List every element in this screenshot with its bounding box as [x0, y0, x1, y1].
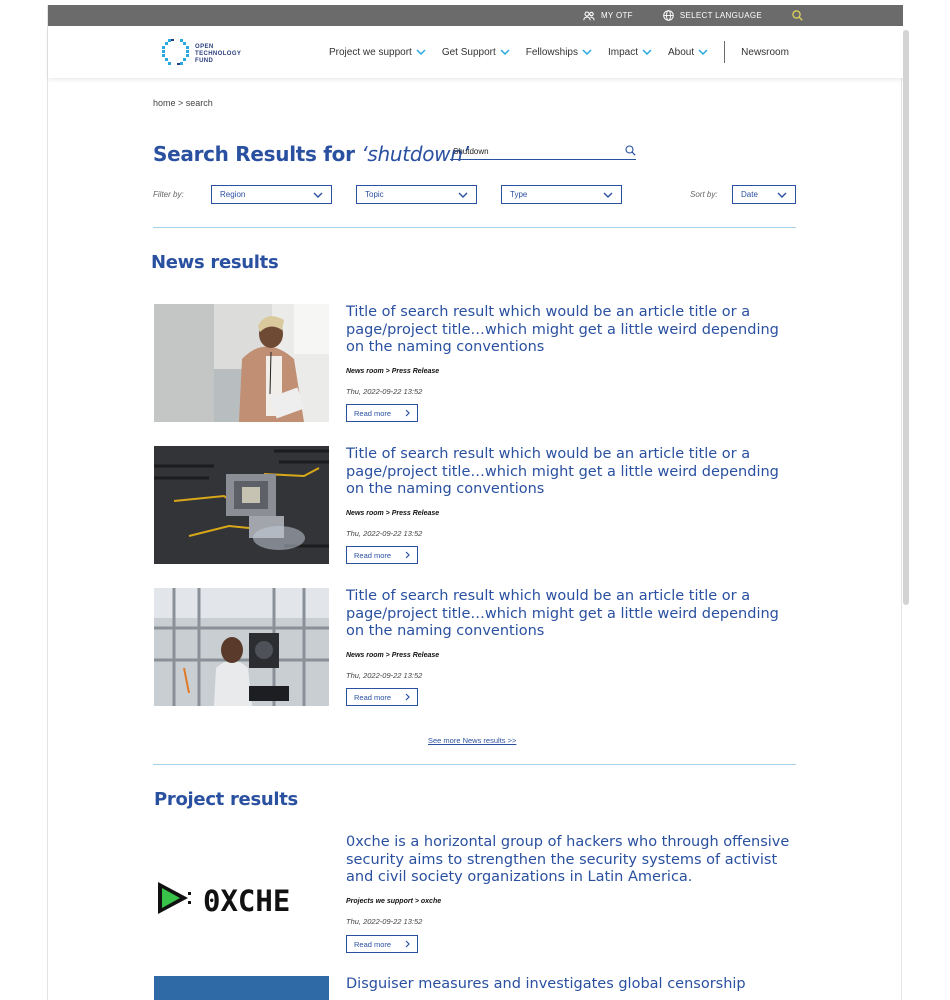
page-scrollbar[interactable]	[903, 30, 909, 605]
news-result-title[interactable]: Title of search result which would be an…	[346, 588, 796, 641]
topic-select[interactable]: Topic	[356, 185, 477, 204]
logo-line-fund: FUND	[195, 58, 214, 64]
type-select[interactable]: Type	[501, 185, 622, 204]
read-more-label: Read more	[354, 550, 392, 560]
news-result-title[interactable]: Title of search result which would be an…	[346, 304, 796, 357]
page-title: Search Results for ‘shutdown’	[153, 142, 469, 166]
read-more-label: Read more	[354, 408, 392, 418]
news-result-item: Title of search result which would be an…	[154, 446, 796, 566]
browser-page: MY OTF SELECT LANGUAGE OPEN TECHNOLOGY F…	[47, 5, 903, 1000]
search-input[interactable]	[453, 147, 603, 156]
my-otf-label: MY OTF	[600, 11, 633, 20]
page-title-prefix: Search Results for	[153, 142, 362, 166]
news-result-item: Title of search result which would be an…	[154, 588, 796, 708]
chevron-down-icon	[458, 192, 468, 198]
chevron-right-icon	[405, 409, 410, 417]
oxche-logo-image[interactable]: 0XCHE	[154, 844, 329, 962]
news-result-item: Title of search result which would be an…	[154, 304, 796, 424]
nav-item-label: Fellowships	[525, 46, 578, 58]
type-select-value: Type	[510, 190, 528, 199]
nav-item-label: Project we support	[329, 46, 412, 58]
globe-icon	[663, 10, 674, 21]
sort-by-label: Sort by:	[690, 190, 718, 199]
chevron-down-icon	[698, 49, 708, 55]
chevron-down-icon	[500, 49, 510, 55]
top-search-button[interactable]	[792, 10, 803, 21]
search-icon	[792, 10, 803, 21]
nav-item-about[interactable]: About	[668, 47, 708, 58]
news-result-crumb: News room > Press Release	[346, 368, 440, 375]
read-more-button[interactable]: Read more	[346, 688, 418, 706]
logo-wordmark: OPEN TECHNOLOGY FUND	[195, 44, 241, 65]
nav-item-label: Get Support	[441, 46, 496, 58]
otf-logo[interactable]: OPEN TECHNOLOGY FUND	[160, 37, 241, 72]
nav-divider	[724, 41, 726, 63]
nav-item-label: Impact	[608, 46, 639, 58]
search-field	[450, 144, 636, 160]
chevron-down-icon	[777, 192, 787, 198]
news-result-date: Thu, 2022-09-22 13:52	[346, 529, 423, 538]
region-select[interactable]: Region	[211, 185, 332, 204]
news-thumbnail-image[interactable]	[154, 446, 329, 564]
news-results-heading: News results	[151, 252, 279, 273]
chevron-down-icon	[603, 192, 613, 198]
nav-item-label: About	[668, 46, 695, 58]
my-otf-link[interactable]: MY OTF	[583, 10, 633, 21]
chevron-down-icon	[582, 49, 592, 55]
chevron-right-icon	[405, 693, 410, 701]
project-result-item: Disguiser measures and investigates glob…	[154, 976, 796, 1000]
section-divider	[153, 764, 796, 765]
logo-mark-icon	[160, 37, 191, 72]
project-result-title[interactable]: 0xche is a horizontal group of hackers w…	[346, 834, 796, 887]
read-more-button[interactable]: Read more	[346, 404, 418, 422]
chevron-right-icon	[405, 551, 410, 559]
project-results-heading: Project results	[154, 789, 298, 810]
chevron-right-icon	[405, 940, 410, 948]
section-divider	[153, 227, 796, 228]
users-icon	[583, 10, 595, 21]
project-result-date: Thu, 2022-09-22 13:52	[346, 917, 423, 926]
utility-bar: MY OTF SELECT LANGUAGE	[48, 5, 903, 26]
project-result-title[interactable]: Disguiser measures and investigates glob…	[346, 976, 796, 994]
chevron-down-icon	[642, 49, 652, 55]
news-result-date: Thu, 2022-09-22 13:52	[346, 387, 423, 396]
news-result-date: Thu, 2022-09-22 13:52	[346, 671, 423, 680]
region-select-value: Region	[220, 190, 246, 199]
oxche-logo-text: 0XCHE	[203, 884, 290, 918]
topic-select-value: Topic	[365, 190, 384, 199]
see-more-news-link[interactable]: See more News results >>	[428, 736, 516, 745]
nav-item-get-support[interactable]: Get Support	[442, 47, 510, 58]
nav-links: Project we support Get Support Fellowshi…	[329, 26, 789, 78]
disguiser-thumbnail-image[interactable]	[154, 976, 329, 1000]
sort-select-value: Date	[741, 190, 758, 199]
logo-line-technology: TECHNOLOGY	[195, 51, 242, 57]
nav-item-impact[interactable]: Impact	[608, 47, 652, 58]
search-submit-icon[interactable]	[625, 143, 636, 161]
news-thumbnail-image[interactable]	[154, 304, 329, 422]
news-result-crumb: News room > Press Release	[346, 510, 440, 517]
project-result-item: 0XCHE 0xche is a horizontal group of hac…	[154, 834, 796, 954]
select-language-label: SELECT LANGUAGE	[679, 11, 762, 20]
news-thumbnail-image[interactable]	[154, 588, 329, 706]
logo-line-open: OPEN	[195, 44, 214, 50]
read-more-label: Read more	[354, 692, 392, 702]
nav-item-newsroom[interactable]: Newsroom	[741, 47, 789, 58]
main-navigation: OPEN TECHNOLOGY FUND Project we support …	[48, 26, 903, 78]
project-result-crumb: Projects we support > oxche	[346, 898, 442, 905]
filter-by-label: Filter by:	[153, 190, 184, 199]
chevron-down-icon	[416, 49, 426, 55]
sort-select[interactable]: Date	[732, 185, 796, 204]
nav-item-fellowships[interactable]: Fellowships	[526, 47, 592, 58]
news-result-title[interactable]: Title of search result which would be an…	[346, 446, 796, 499]
chevron-down-icon	[313, 192, 323, 198]
read-more-button[interactable]: Read more	[346, 546, 418, 564]
read-more-label: Read more	[354, 939, 392, 949]
read-more-button[interactable]: Read more	[346, 935, 418, 953]
breadcrumb: home > search	[153, 98, 213, 108]
nav-item-projects[interactable]: Project we support	[329, 47, 426, 58]
news-result-crumb: News room > Press Release	[346, 652, 440, 659]
select-language-link[interactable]: SELECT LANGUAGE	[663, 10, 762, 21]
